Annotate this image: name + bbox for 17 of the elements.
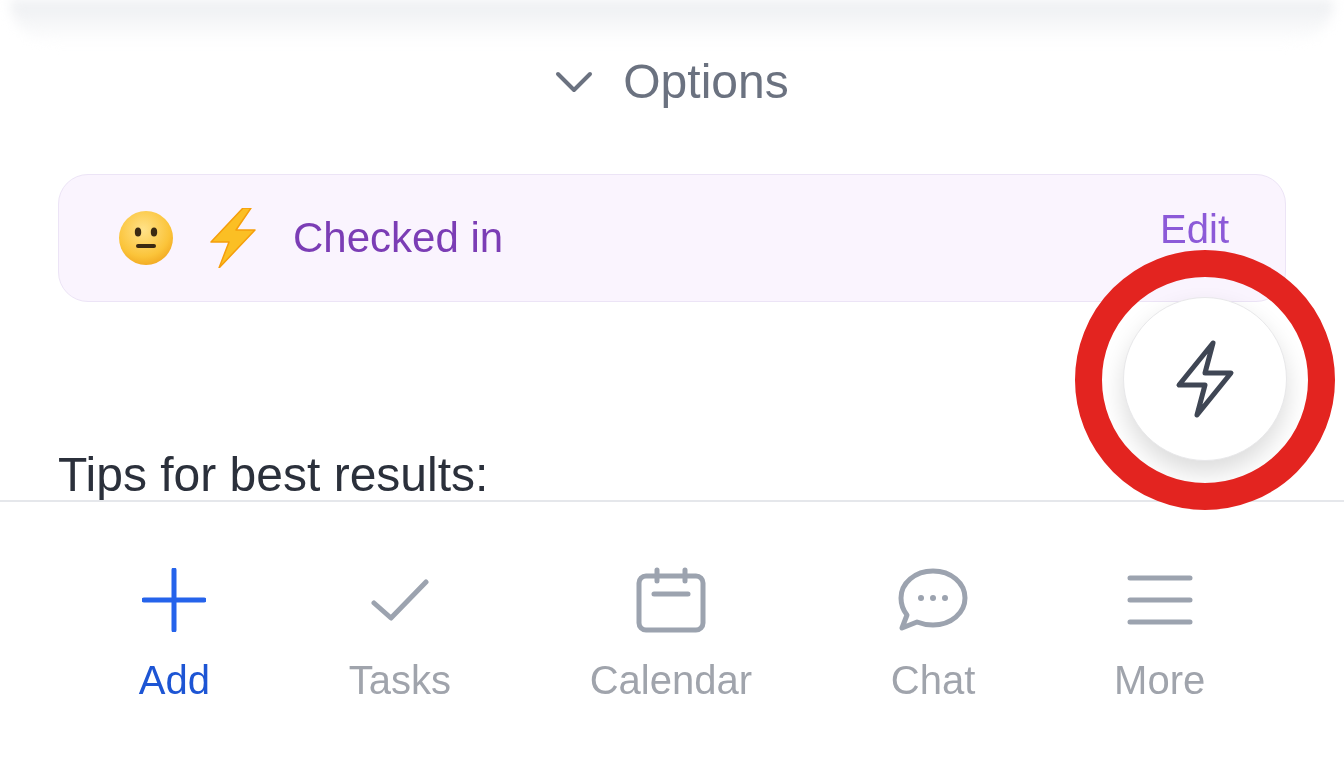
edit-link[interactable]: Edit (1160, 209, 1229, 249)
options-toggle[interactable]: Options (555, 58, 789, 106)
nav-tab[interactable]: Calendar (589, 566, 753, 700)
menu-icon (1126, 574, 1193, 626)
plus-icon (142, 568, 207, 632)
chevron-icon (555, 71, 594, 93)
nav-tab[interactable]: More (1114, 566, 1206, 700)
tips-heading: Tips for best results: (58, 450, 489, 500)
checked-in-label: Checked in (293, 217, 504, 259)
neutral-face-icon (119, 211, 173, 265)
nav-tab[interactable]: Chat (890, 566, 976, 700)
chat-bubble-icon (898, 568, 969, 632)
nav-tab[interactable]: Tasks (348, 566, 451, 700)
lightning-icon (209, 208, 257, 268)
calendar-icon (635, 567, 706, 633)
nav-tab[interactable]: Add (138, 566, 210, 700)
checkmark-icon (370, 578, 429, 622)
